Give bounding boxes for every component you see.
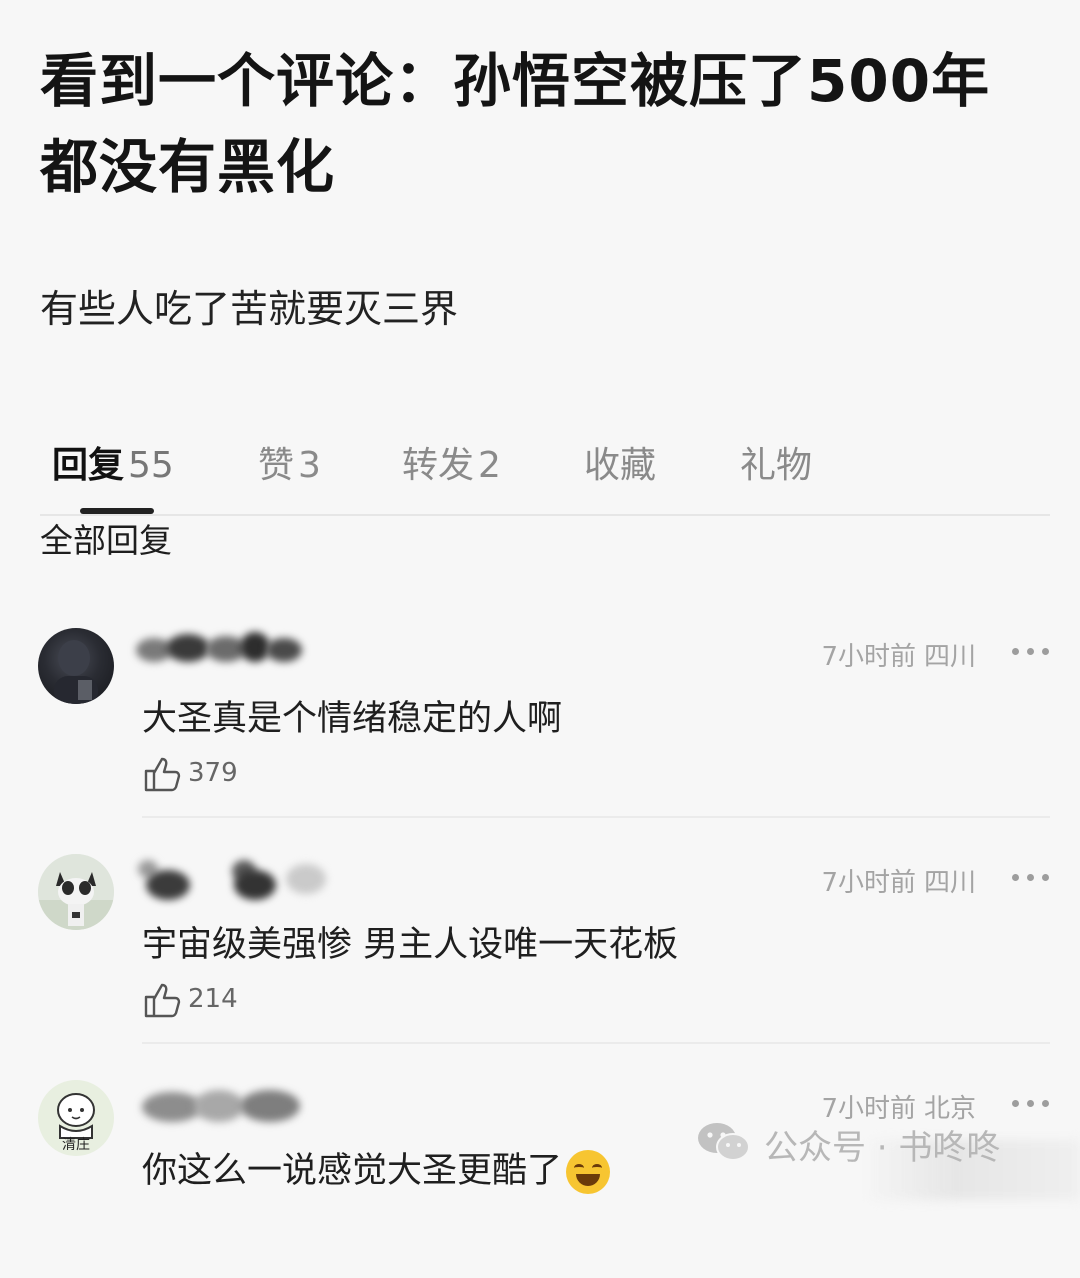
comment-meta: 7小时前 四川 xyxy=(821,636,976,673)
comment-text: 你这么一说感觉大圣更酷了 xyxy=(142,1151,563,1191)
wechat-icon xyxy=(698,1123,750,1161)
like-count: 214 xyxy=(188,984,238,1014)
more-options-icon[interactable] xyxy=(1012,1094,1050,1114)
comment-item: 7小时前 四川 大圣真是个情绪稳定的人啊 379 xyxy=(0,626,1080,826)
more-options-icon[interactable] xyxy=(1012,642,1050,662)
comment-time: 7小时前 xyxy=(821,642,916,672)
watermark-text: 公众号 · 书咚咚 xyxy=(764,1128,1001,1168)
tab-bar: 回复 55 赞3 转发 2 收藏 礼物 xyxy=(0,436,1080,496)
more-options-icon[interactable] xyxy=(1012,868,1050,888)
laughing-tears-emoji-icon xyxy=(566,1150,611,1194)
tab-count: 3 xyxy=(298,445,321,486)
tab-gifts[interactable]: 礼物 xyxy=(740,436,816,488)
tab-replies[interactable]: 回复 55 xyxy=(52,436,174,488)
comment-item: 7小时前 四川 宇宙级美强惨 男主人设唯一天花板 214 xyxy=(0,852,1080,1052)
comment-text: 大圣真是个情绪稳定的人啊 xyxy=(142,699,563,739)
tab-label: 收藏 xyxy=(584,445,657,486)
tab-count: 2 xyxy=(478,445,501,486)
like-count: 379 xyxy=(188,758,238,788)
cat-avatar-icon[interactable] xyxy=(38,854,114,930)
blurred-username[interactable] xyxy=(136,628,306,670)
comment-text: 宇宙级美强惨 男主人设唯一天花板 xyxy=(142,925,679,965)
comment-text-row: 你这么一说感觉大圣更酷了 xyxy=(142,1142,611,1194)
dark-photo-avatar-icon[interactable] xyxy=(38,628,114,704)
thumbs-up-icon xyxy=(144,983,181,1018)
post-body: 有些人吃了苦就要灭三界 xyxy=(40,287,459,331)
cartoon-avatar-icon[interactable]: 清庄 xyxy=(38,1080,114,1156)
tab-label: 转发 xyxy=(402,445,475,486)
comment-meta: 7小时前 四川 xyxy=(821,862,976,899)
comment-time: 7小时前 xyxy=(821,868,916,898)
thumbs-up-icon xyxy=(144,757,181,792)
tab-reposts[interactable]: 转发 2 xyxy=(402,436,501,488)
tabs-divider xyxy=(40,514,1050,516)
blurred-username[interactable] xyxy=(136,1086,306,1128)
tab-label: 礼物 xyxy=(740,445,813,486)
tab-favorites[interactable]: 收藏 xyxy=(584,436,660,488)
comment-location: 四川 xyxy=(923,868,976,898)
comment-location: 四川 xyxy=(923,642,976,672)
tab-count: 55 xyxy=(128,445,174,486)
tab-likes[interactable]: 赞3 xyxy=(258,436,321,488)
post-title: 看到一个评论：孙悟空被压了500年都没有黑化 xyxy=(40,47,991,201)
comment-divider xyxy=(142,1042,1050,1044)
blurred-username[interactable] xyxy=(136,856,326,900)
comment-divider xyxy=(142,816,1050,818)
tab-label: 回复 xyxy=(52,445,125,486)
all-replies-label: 全部回复 xyxy=(40,521,172,560)
tab-label: 赞 xyxy=(258,445,295,486)
avatar-caption: 清庄 xyxy=(62,1137,90,1153)
